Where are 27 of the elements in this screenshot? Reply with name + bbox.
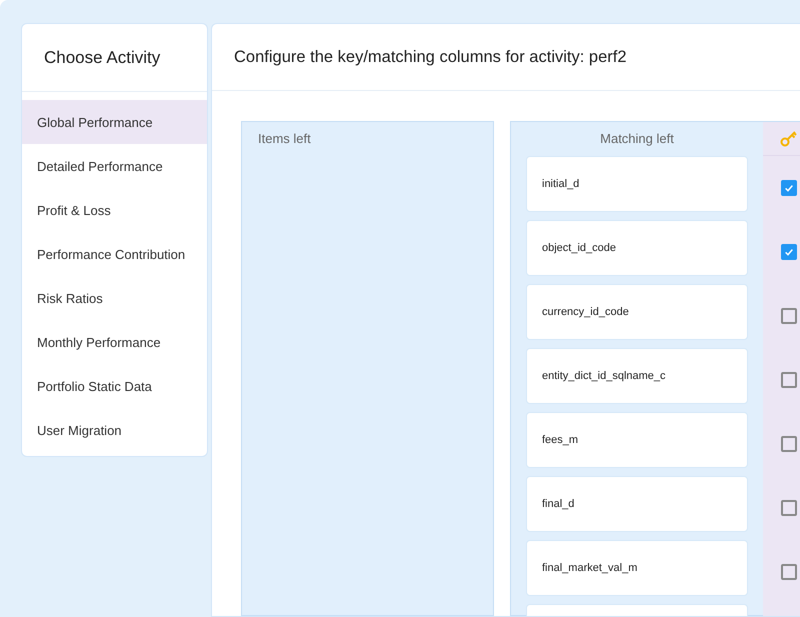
sidebar-item[interactable]: Monthly Performance — [22, 320, 207, 364]
key-icon — [780, 130, 798, 146]
column-card[interactable]: initial_d — [526, 156, 748, 212]
column-card[interactable]: currency_id_code — [526, 284, 748, 340]
checkbox[interactable] — [781, 308, 797, 324]
column-card[interactable]: fees_m — [526, 412, 748, 468]
sidebar-item[interactable]: Performance Contribution — [22, 232, 207, 276]
page-title: Configure the key/matching columns for activity: perf2 — [234, 48, 627, 66]
list-title: Matching left — [599, 130, 675, 148]
column-card[interactable]: final_d — [526, 476, 748, 532]
list-title: Items left — [257, 130, 312, 148]
sidebar-item[interactable]: User Migration — [22, 408, 207, 452]
sidebar-title: Choose Activity — [44, 48, 160, 68]
column-card[interactable]: final_market_val_m — [526, 540, 748, 596]
column-card[interactable]: entity_dict_id_sqlname_c — [526, 348, 748, 404]
checkbox[interactable] — [781, 564, 797, 580]
column-card[interactable]: object_id_code — [526, 220, 748, 276]
sidebar-item[interactable]: Portfolio Static Data — [22, 364, 207, 408]
checkbox[interactable] — [781, 180, 797, 196]
checkbox[interactable] — [781, 244, 797, 260]
sidebar-item[interactable]: Global Performance — [22, 100, 207, 144]
checkbox[interactable] — [781, 436, 797, 452]
checkbox[interactable] — [781, 372, 797, 388]
checkbox[interactable] — [781, 500, 797, 516]
sidebar-item[interactable]: Detailed Performance — [22, 144, 207, 188]
sidebar-item[interactable]: Risk Ratios — [22, 276, 207, 320]
sidebar-item[interactable]: Profit & Loss — [22, 188, 207, 232]
